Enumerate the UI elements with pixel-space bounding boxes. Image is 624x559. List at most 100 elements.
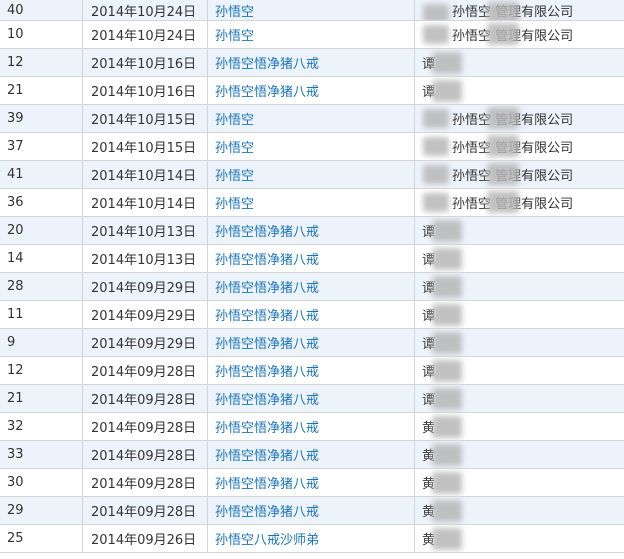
table-row[interactable]: 39 2014年10月15日 孙悟空 孙悟空 管理有限公司 (0, 104, 624, 133)
table-row[interactable]: 28 2014年09月29日 孙悟空悟净猪八戒谭 (0, 272, 624, 301)
cell-organization: 谭 (414, 216, 624, 245)
cell-title-link[interactable]: 孙悟空悟净猪八戒 (207, 468, 415, 497)
cell-title-link[interactable]: 孙悟空八戒沙师弟 (207, 524, 415, 553)
cell-date: 2014年09月28日 (82, 496, 208, 525)
cell-organization: 孙悟空 管理有限公司 (414, 132, 624, 161)
cell-organization: 孙悟空 管理有限公司 (414, 0, 624, 21)
cell-date: 2014年09月28日 (82, 384, 208, 413)
cell-title-link[interactable]: 孙悟空悟净猪八戒 (207, 244, 415, 273)
cell-title-link[interactable]: 孙悟空悟净猪八戒 (207, 216, 415, 245)
cell-id: 20 (0, 216, 83, 245)
cell-title-link[interactable]: 孙悟空 (207, 188, 415, 217)
cell-title-link[interactable]: 孙悟空 (207, 0, 415, 21)
redaction-blur (487, 107, 519, 129)
table-row[interactable]: 30 2014年09月28日 孙悟空悟净猪八戒黄 (0, 468, 624, 497)
redaction-blur (432, 220, 462, 242)
table-row[interactable]: 9 2014年09月29日 孙悟空悟净猪八戒谭 (0, 328, 624, 357)
table-row[interactable]: 10 2014年10月24日 孙悟空 孙悟空 管理有限公司 (0, 20, 624, 49)
cell-date: 2014年09月29日 (82, 300, 208, 329)
cell-id: 12 (0, 356, 83, 385)
table-row[interactable]: 37 2014年10月15日 孙悟空 孙悟空 管理有限公司 (0, 132, 624, 161)
cell-id: 40 (0, 0, 83, 21)
cell-title-link[interactable]: 孙悟空悟净猪八戒 (207, 440, 415, 469)
cell-date: 2014年10月16日 (82, 48, 208, 77)
cell-title-link[interactable]: 孙悟空悟净猪八戒 (207, 76, 415, 105)
redaction-blur (432, 304, 462, 326)
table-row[interactable]: 11 2014年09月29日 孙悟空悟净猪八戒谭 (0, 300, 624, 329)
redaction-blur (432, 444, 462, 466)
cell-id: 29 (0, 496, 83, 525)
redaction-blur (487, 2, 519, 20)
cell-title-link[interactable]: 孙悟空悟净猪八戒 (207, 328, 415, 357)
table-row[interactable]: 32 2014年09月28日 孙悟空悟净猪八戒黄 (0, 412, 624, 441)
cell-id: 33 (0, 440, 83, 469)
cell-id: 41 (0, 160, 83, 189)
cell-date: 2014年09月26日 (82, 524, 208, 553)
cell-date: 2014年09月28日 (82, 440, 208, 469)
cell-organization: 孙悟空 管理有限公司 (414, 160, 624, 189)
cell-id: 36 (0, 188, 83, 217)
cell-id: 28 (0, 272, 83, 301)
cell-title-link[interactable]: 孙悟空 (207, 20, 415, 49)
cell-organization: 孙悟空 管理有限公司 (414, 104, 624, 133)
table-row[interactable]: 21 2014年09月28日 孙悟空悟净猪八戒谭 (0, 384, 624, 413)
cell-organization: 黄 (414, 524, 624, 553)
cell-title-link[interactable]: 孙悟空悟净猪八戒 (207, 300, 415, 329)
table-row[interactable]: 29 2014年09月28日 孙悟空悟净猪八戒黄 (0, 496, 624, 525)
redaction-blur (487, 163, 519, 185)
cell-title-link[interactable]: 孙悟空悟净猪八戒 (207, 412, 415, 441)
cell-id: 37 (0, 132, 83, 161)
cell-title-link[interactable]: 孙悟空悟净猪八戒 (207, 48, 415, 77)
table-row[interactable]: 25 2014年09月26日 孙悟空八戒沙师弟黄 (0, 524, 624, 553)
table-row[interactable]: 40 2014年10月24日 孙悟空 孙悟空 管理有限公司 (0, 0, 624, 21)
redaction-blur (487, 23, 519, 45)
redaction-blur (432, 416, 462, 438)
cell-organization: 谭 (414, 384, 624, 413)
table-row[interactable]: 33 2014年09月28日 孙悟空悟净猪八戒黄 (0, 440, 624, 469)
table-row[interactable]: 12 2014年09月28日 孙悟空悟净猪八戒谭 (0, 356, 624, 385)
cell-id: 32 (0, 412, 83, 441)
cell-organization: 谭 (414, 244, 624, 273)
redaction-blur (432, 332, 462, 354)
table-row[interactable]: 12 2014年10月16日 孙悟空悟净猪八戒谭 (0, 48, 624, 77)
redaction-blur (432, 388, 462, 410)
cell-id: 11 (0, 300, 83, 329)
table-row[interactable]: 21 2014年10月16日 孙悟空悟净猪八戒谭 (0, 76, 624, 105)
redaction-blur (432, 80, 462, 102)
cell-date: 2014年09月29日 (82, 272, 208, 301)
cell-organization: 谭 (414, 272, 624, 301)
cell-title-link[interactable]: 孙悟空悟净猪八戒 (207, 356, 415, 385)
cell-organization: 谭 (414, 48, 624, 77)
redaction-blur (432, 52, 462, 74)
cell-title-link[interactable]: 孙悟空 (207, 132, 415, 161)
table-row[interactable]: 14 2014年10月13日 孙悟空悟净猪八戒谭 (0, 244, 624, 273)
cell-organization: 黄 (414, 496, 624, 525)
cell-title-link[interactable]: 孙悟空悟净猪八戒 (207, 384, 415, 413)
redaction-blur (432, 248, 462, 270)
cell-organization: 孙悟空 管理有限公司 (414, 20, 624, 49)
records-table: 40 2014年10月24日 孙悟空 孙悟空 管理有限公司 10 2014年10月24日孙… (0, 0, 624, 553)
cell-date: 2014年09月28日 (82, 412, 208, 441)
cell-date: 2014年10月24日 (82, 20, 208, 49)
cell-title-link[interactable]: 孙悟空 (207, 104, 415, 133)
cell-organization: 黄 (414, 440, 624, 469)
cell-date: 2014年09月28日 (82, 468, 208, 497)
cell-id: 9 (0, 328, 83, 357)
table-row[interactable]: 36 2014年10月14日 孙悟空 孙悟空 管理有限公司 (0, 188, 624, 217)
cell-id: 12 (0, 48, 83, 77)
cell-title-link[interactable]: 孙悟空悟净猪八戒 (207, 272, 415, 301)
cell-id: 21 (0, 76, 83, 105)
redaction-blur (487, 191, 519, 213)
redaction-blur (432, 528, 462, 550)
redaction-blur (432, 472, 462, 494)
table-row[interactable]: 41 2014年10月14日 孙悟空 孙悟空 管理有限公司 (0, 160, 624, 189)
redaction-blur (432, 276, 462, 298)
cell-date: 2014年10月24日 (82, 0, 208, 21)
table-row[interactable]: 20 2014年10月13日 孙悟空悟净猪八戒谭 (0, 216, 624, 245)
cell-id: 14 (0, 244, 83, 273)
cell-id: 21 (0, 384, 83, 413)
cell-title-link[interactable]: 孙悟空悟净猪八戒 (207, 496, 415, 525)
cell-organization: 孙悟空 管理有限公司 (414, 188, 624, 217)
cell-date: 2014年10月13日 (82, 244, 208, 273)
cell-title-link[interactable]: 孙悟空 (207, 160, 415, 189)
